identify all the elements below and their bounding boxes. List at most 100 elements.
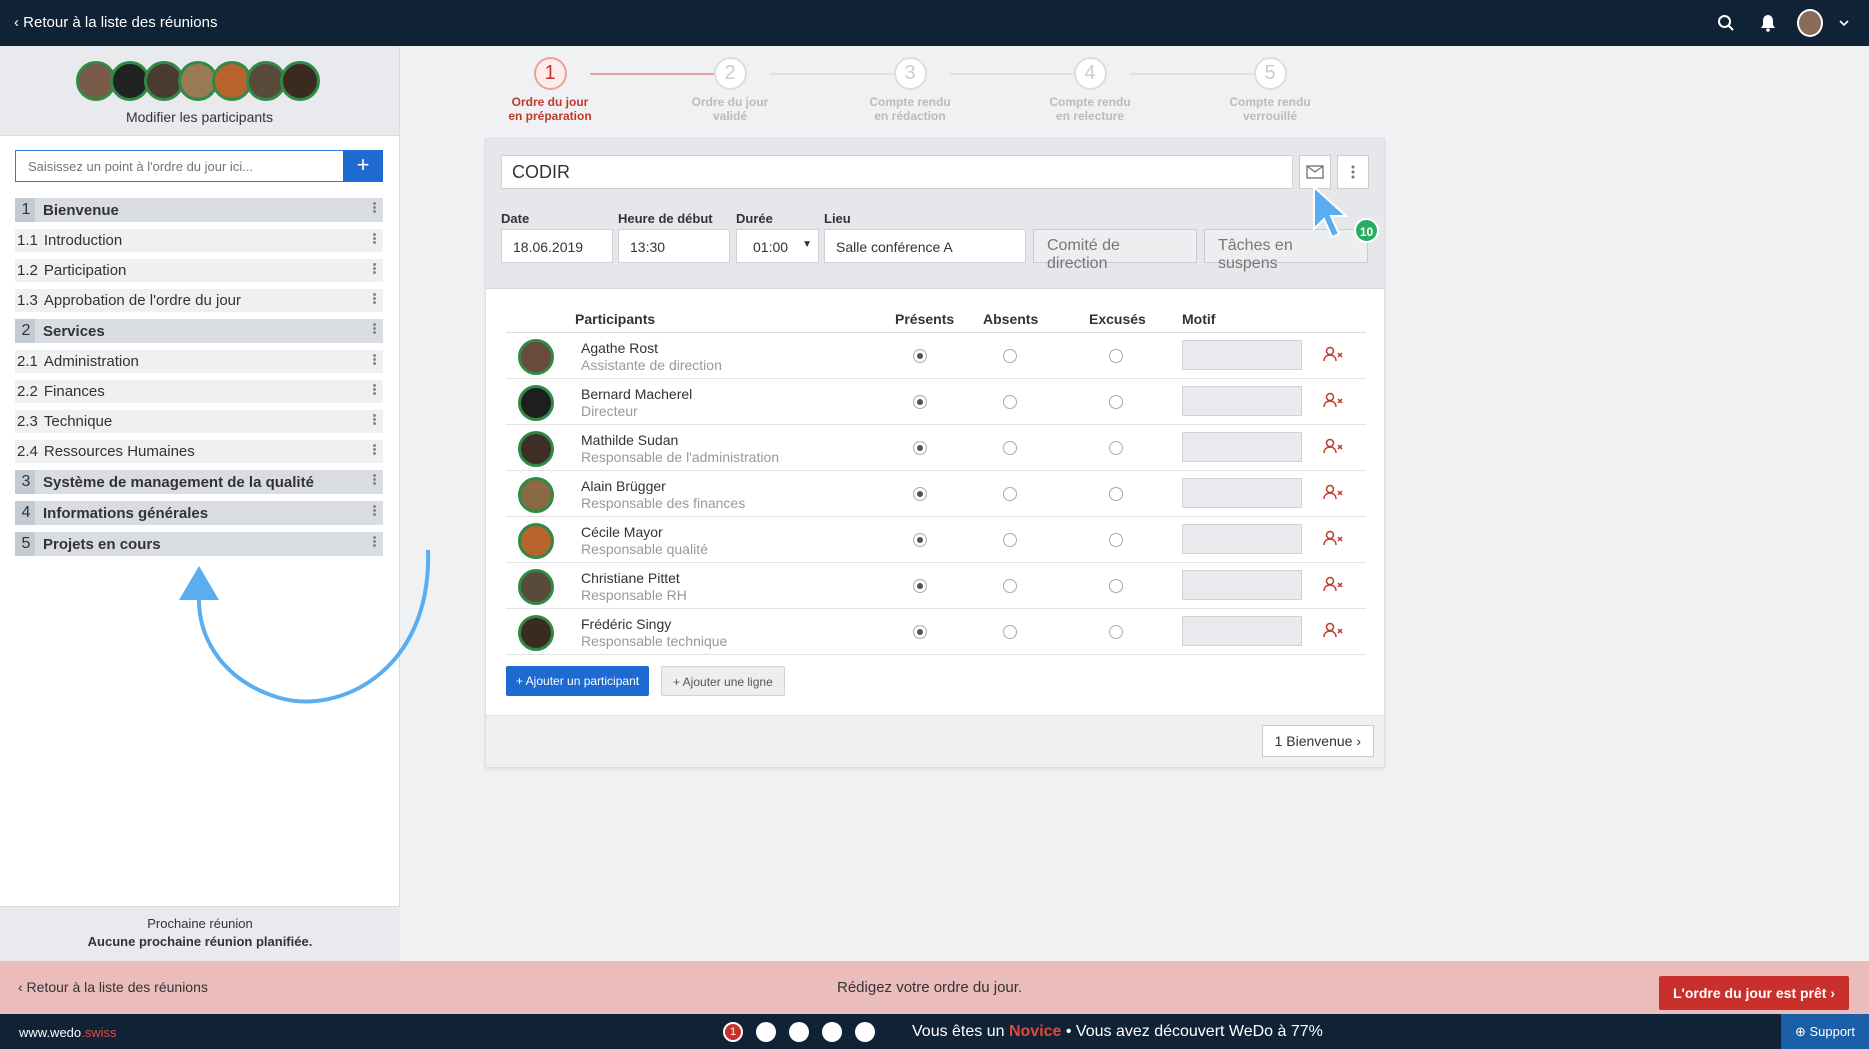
agenda-item-label: Système de management de la qualité [43, 473, 314, 491]
agenda-item[interactable]: 3 Système de management de la qualité [15, 470, 383, 494]
support-button[interactable]: ⊕ Support [1780, 1014, 1869, 1049]
search-icon[interactable] [1713, 10, 1739, 36]
agenda-item[interactable]: 2.1 Administration [15, 350, 383, 373]
absent-radio[interactable] [1003, 625, 1017, 639]
present-radio[interactable] [913, 487, 927, 501]
progress-dot[interactable] [822, 1022, 842, 1042]
drag-handle-icon[interactable] [373, 201, 377, 214]
absent-radio[interactable] [1003, 533, 1017, 547]
workflow-step[interactable]: 2 Ordre du jour validé [660, 55, 800, 123]
agenda-item[interactable]: 4 Informations générales [15, 501, 383, 525]
agenda-item[interactable]: 2 Services [15, 319, 383, 343]
absent-radio[interactable] [1003, 487, 1017, 501]
agenda-item[interactable]: 2.2 Finances [15, 380, 383, 403]
absent-radio[interactable] [1003, 349, 1017, 363]
reason-field[interactable] [1182, 524, 1302, 554]
absent-radio[interactable] [1003, 579, 1017, 593]
drag-handle-icon[interactable] [373, 413, 377, 426]
drag-handle-icon[interactable] [373, 232, 377, 245]
participant-avatars[interactable] [76, 61, 320, 101]
place-field[interactable]: Salle conférence A [824, 229, 1026, 263]
reason-field[interactable] [1182, 478, 1302, 508]
duration-select[interactable]: 01:00 ▼ [736, 229, 819, 263]
add-agenda-item-button[interactable]: + [343, 150, 383, 182]
drag-handle-icon[interactable] [373, 322, 377, 335]
committee-button[interactable]: Comité de direction [1033, 229, 1197, 272]
agenda-item[interactable]: 1.1 Introduction [15, 229, 383, 252]
add-participant-button[interactable]: + Ajouter un participant [506, 666, 650, 696]
drag-handle-icon[interactable] [373, 353, 377, 366]
drag-handle-icon[interactable] [373, 443, 377, 456]
top-bar: ‹ Retour à la liste des réunions [0, 0, 1869, 46]
modify-participants-link[interactable]: Modifier les participants [0, 109, 399, 125]
reason-field[interactable] [1182, 616, 1302, 646]
progress-dot[interactable]: 1 [723, 1022, 743, 1042]
workflow-step[interactable]: 4 Compte rendu en relecture [1020, 55, 1160, 123]
workflow-step[interactable]: 5 Compte rendu verrouillé [1200, 55, 1340, 123]
remove-participant-icon[interactable] [1323, 622, 1343, 641]
excused-radio[interactable] [1109, 625, 1123, 639]
avatar[interactable] [280, 61, 320, 101]
agenda-item[interactable]: 1.3 Approbation de l'ordre du jour [15, 289, 383, 312]
excused-radio[interactable] [1109, 349, 1123, 363]
absent-radio[interactable] [1003, 395, 1017, 409]
agenda-item-input[interactable] [16, 151, 344, 181]
participants-table: Participants Présents Absents Excusés Mo… [506, 307, 1366, 655]
workflow-step[interactable]: 1 Ordre du jour en préparation [480, 55, 620, 123]
workflow-step[interactable]: 3 Compte rendu en rédaction [840, 55, 980, 123]
excused-radio[interactable] [1109, 441, 1123, 455]
back-to-list-footer-link[interactable]: ‹ Retour à la liste des réunions [18, 979, 208, 995]
wedo-brand[interactable]: www.wedo.swiss [19, 1025, 117, 1040]
agenda-item[interactable]: 1.2 Participation [15, 259, 383, 282]
agenda-item[interactable]: 2.3 Technique [15, 410, 383, 433]
start-time-field[interactable]: 13:30 [618, 229, 730, 263]
remove-participant-icon[interactable] [1323, 484, 1343, 503]
participant-name: Cécile Mayor [581, 524, 663, 540]
chevron-down-icon[interactable] [1839, 10, 1849, 36]
reason-field[interactable] [1182, 570, 1302, 600]
agenda-item-number: 2.1 [17, 353, 38, 370]
present-radio[interactable] [913, 395, 927, 409]
present-radio[interactable] [913, 349, 927, 363]
progress-dot[interactable] [855, 1022, 875, 1042]
bell-icon[interactable] [1755, 10, 1781, 36]
drag-handle-icon[interactable] [373, 262, 377, 275]
progress-dot[interactable] [756, 1022, 776, 1042]
excused-radio[interactable] [1109, 579, 1123, 593]
meeting-title-input[interactable]: CODIR [501, 155, 1293, 189]
present-radio[interactable] [913, 625, 927, 639]
reason-field[interactable] [1182, 432, 1302, 462]
remove-participant-icon[interactable] [1323, 576, 1343, 595]
participant-role: Responsable technique [581, 633, 728, 649]
drag-handle-icon[interactable] [373, 504, 377, 517]
date-field[interactable]: 18.06.2019 [501, 229, 613, 263]
excused-radio[interactable] [1109, 487, 1123, 501]
caret-down-icon: ▼ [802, 239, 812, 250]
reason-field[interactable] [1182, 340, 1302, 370]
remove-participant-icon[interactable] [1323, 346, 1343, 365]
drag-handle-icon[interactable] [373, 383, 377, 396]
drag-handle-icon[interactable] [373, 473, 377, 486]
present-radio[interactable] [913, 579, 927, 593]
progress-dot[interactable] [789, 1022, 809, 1042]
agenda-ready-button[interactable]: L'ordre du jour est prêt › [1658, 976, 1849, 1010]
drag-handle-icon[interactable] [373, 292, 377, 305]
table-row: Christiane Pittet Responsable RH [506, 563, 1366, 609]
remove-participant-icon[interactable] [1323, 438, 1343, 457]
add-line-button[interactable]: + Ajouter une ligne [661, 666, 785, 696]
table-row: Frédéric Singy Responsable technique [506, 609, 1366, 655]
absent-radio[interactable] [1003, 441, 1017, 455]
user-avatar[interactable] [1797, 9, 1823, 37]
remove-participant-icon[interactable] [1323, 392, 1343, 411]
present-radio[interactable] [913, 441, 927, 455]
agenda-item[interactable]: 1 Bienvenue [15, 198, 383, 222]
participant-name: Mathilde Sudan [581, 432, 679, 448]
agenda-item[interactable]: 2.4 Ressources Humaines [15, 440, 383, 463]
reason-field[interactable] [1182, 386, 1302, 416]
remove-participant-icon[interactable] [1323, 530, 1343, 549]
excused-radio[interactable] [1109, 395, 1123, 409]
excused-radio[interactable] [1109, 533, 1123, 547]
back-to-list-link[interactable]: ‹ Retour à la liste des réunions [14, 14, 217, 31]
present-radio[interactable] [913, 533, 927, 547]
next-item-button[interactable]: 1 Bienvenue › [1261, 725, 1374, 757]
